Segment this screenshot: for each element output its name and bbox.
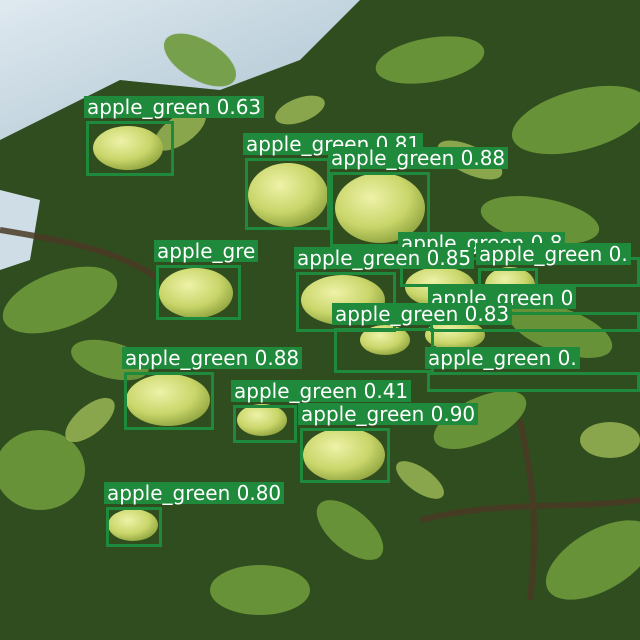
detection-box: apple_gre (154, 240, 259, 320)
detection-label: apple_green 0.88 (122, 347, 303, 369)
detection-box: apple_green 0.80 (104, 482, 285, 547)
detection-box: apple_green 0.81 (243, 133, 424, 230)
detection-box: apple_green 0.41 (231, 380, 412, 443)
detection-label: apple_green 0.88 (328, 147, 509, 169)
detection-label: apple_green 0.41 (231, 380, 412, 402)
bounding-box (245, 158, 330, 230)
bounding-box (233, 405, 297, 443)
bounding-box (334, 328, 434, 373)
detection-label: apple_green 0.63 (84, 96, 265, 118)
detection-label: apple_green 0.83 (332, 303, 513, 325)
detection-label: apple_green 0. (425, 347, 580, 369)
detection-label: apple_gre (154, 240, 259, 262)
detection-box: apple_green 0.90 (298, 403, 479, 483)
detection-label: apple_green 0.85 (294, 247, 475, 269)
detection-box: apple_green 0.63 (84, 96, 265, 176)
bounding-box (427, 372, 640, 392)
detection-box: apple_green 0.83 (332, 303, 513, 373)
detection-label: apple_green 0.80 (104, 482, 285, 504)
detection-box: apple_green 0. (425, 347, 640, 392)
bounding-box (156, 265, 241, 320)
detection-label: apple_green 0. (476, 243, 631, 265)
bounding-box (86, 121, 174, 176)
bounding-box (124, 372, 214, 430)
bounding-box (106, 507, 162, 547)
bounding-box (300, 428, 390, 483)
detection-box: apple_green 0.88 (122, 347, 303, 430)
detection-label: apple_green 0.90 (298, 403, 479, 425)
photo-scene: apple_green 0.63 apple_green 0.81 apple_… (0, 0, 640, 640)
